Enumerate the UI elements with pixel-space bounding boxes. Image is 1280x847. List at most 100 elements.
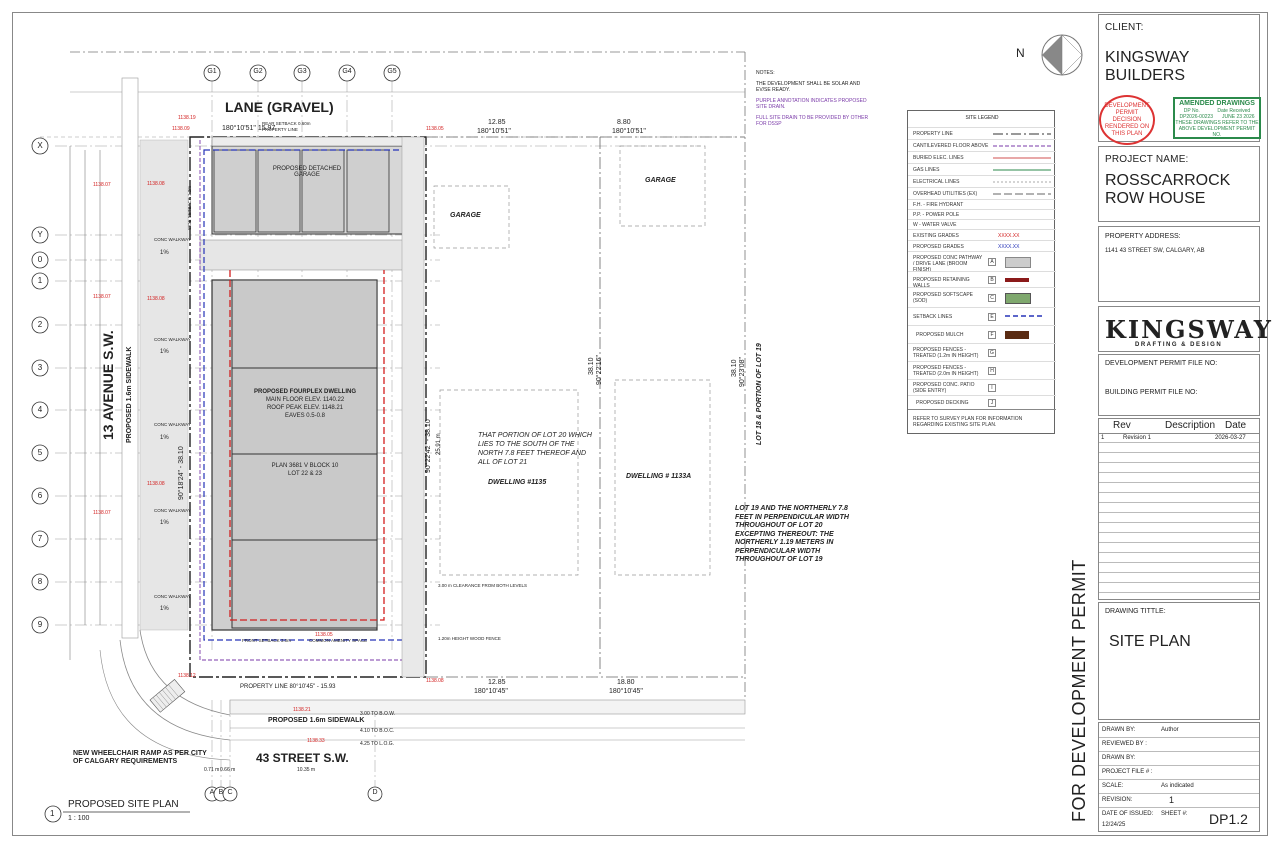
grid-5: 5	[37, 448, 43, 457]
sidewalk-mark-1: 3.00 TO B.O.W.	[360, 711, 396, 717]
grid-g5: G5	[387, 68, 397, 75]
address: 1141 43 STREET SW, CALGARY, AB	[1105, 248, 1205, 254]
grade-tag-12: 1138.05	[315, 632, 333, 638]
grid-g2: G2	[253, 68, 263, 75]
table-row	[1099, 482, 1259, 493]
grade-tag-3: 1138.07	[93, 182, 111, 188]
table-row	[1099, 522, 1259, 533]
legend-row: PROPOSED CONC. PATIO (SIDE ENTRY) I	[908, 379, 1056, 396]
dim-bottom-3: 18.80	[617, 679, 635, 686]
grid-8: 8	[37, 577, 43, 586]
client-box: CLIENT: KINGSWAY BUILDERS DEVELOPMENT PE…	[1098, 14, 1261, 145]
conc-walkway-4: CONC WALKWAY	[154, 508, 191, 513]
revision-label: REVISION:	[1102, 797, 1133, 803]
bottom-dim-1: 0.71 m	[204, 767, 220, 773]
wood-fence-note: 1.20m HEIGHT WOOD FENCE	[438, 636, 501, 641]
conc-walkway-2: CONC WALKWAY	[154, 337, 191, 342]
dim-bottom-3b: 180°10'45"	[609, 688, 643, 695]
legend-row: PROPOSED FENCES - TREATED (2.0m IN HEIGH…	[908, 361, 1056, 380]
slope-4: 1%	[160, 520, 169, 526]
plan-number: PLAN 3681 V BLOCK 10	[271, 463, 339, 469]
rev-header: Rev	[1113, 420, 1131, 431]
table-row	[1099, 452, 1259, 463]
grade-tag-14: 1138.33	[307, 738, 325, 744]
grade-tag-7: 1138.08	[147, 481, 165, 487]
garage-label: PROPOSED DETACHED GARAGE	[272, 166, 342, 178]
drawing-title: SITE PLAN	[1109, 633, 1191, 650]
table-row	[1099, 442, 1259, 453]
address-box: PROPERTY ADDRESS: 1141 43 STREET SW, CAL…	[1098, 226, 1260, 302]
table-row	[1099, 582, 1259, 593]
notes-heading: NOTES:	[756, 70, 775, 76]
slope-1: 1%	[160, 250, 169, 256]
sidewalk-bottom-label: PROPOSED 1.6m SIDEWALK	[268, 717, 365, 724]
dim-top-3: 8.80	[617, 119, 631, 126]
grade-tag-13: 1138.21	[293, 707, 311, 713]
neighbor-garage-label: GARAGE	[450, 212, 481, 219]
table-row	[1099, 512, 1259, 523]
title-block: CLIENT: KINGSWAY BUILDERS DEVELOPMENT PE…	[1098, 14, 1271, 832]
grade-tag-9: 1138.12	[178, 673, 196, 679]
table-row	[1099, 532, 1259, 543]
slope-3: 1%	[160, 435, 169, 441]
grid-0: 0	[37, 255, 43, 264]
logo-subtitle: DRAFTING & DESIGN	[1135, 342, 1223, 348]
conc-walkway-1: CONC WALKWAY	[154, 237, 191, 242]
drawing-title-label: DRAWING TITTLE:	[1105, 608, 1166, 615]
roof-peak-elev: ROOF PEAK ELEV. 1148.21	[266, 405, 344, 411]
grid-4: 4	[37, 405, 43, 414]
sidewalk-mark-2: 4.10 TO B.O.C.	[360, 728, 395, 734]
table-row	[1099, 502, 1259, 513]
bp-file-label: BUILDING PERMIT FILE NO:	[1105, 389, 1198, 396]
street-label: 43 STREET S.W.	[256, 751, 349, 765]
lot19-description: LOT 19 AND THE NORTHERLY 7.8 FEET IN PER…	[735, 505, 849, 563]
dim-left: 90°18'24" - 38.10	[178, 446, 185, 500]
dim-top-2: 12.85	[488, 119, 506, 126]
grid-1: 1	[37, 276, 43, 285]
dim-right-1: 38.10	[588, 357, 595, 375]
legend-row: PROPOSED DECKING J	[908, 395, 1056, 410]
bottom-dim-3: 10.35 m	[297, 767, 316, 773]
side-setback: SIDE SETBACK 1.2m	[187, 185, 192, 230]
drawn-by-label: DRAWN BY:	[1102, 727, 1136, 733]
table-row	[1099, 462, 1259, 473]
client-name: KINGSWAY BUILDERS	[1105, 49, 1190, 84]
table-row: 1 Revision 1 2026-03-27	[1099, 433, 1259, 443]
scale-value: As indicated	[1161, 783, 1194, 789]
scale-label: SCALE:	[1102, 783, 1124, 789]
dwelling-info: PROPOSED FOURPLEX DWELLING MAIN FLOOR EL…	[235, 388, 375, 420]
legend-row: PROPOSED SOFTSCAPE (SOD) C	[908, 287, 1056, 308]
reviewed-by-label: REVIEWED BY :	[1102, 741, 1147, 747]
dim-bottom-1: PROPERTY LINE 80°10'45" - 15.93	[240, 684, 336, 690]
legend-row: PROPOSED FENCES - TREATED (1.2m IN HEIGH…	[908, 343, 1056, 362]
dim-right-1b: 90°22'16"	[596, 355, 603, 385]
grid-2: 2	[37, 320, 43, 329]
rear-setback: REAR SETBACK 0.60m	[262, 121, 311, 126]
dwelling-1135-label: DWELLING #1135	[488, 479, 547, 486]
note-3: FULL SITE DRAIN TO BE PROVIDED BY OTHER …	[756, 114, 869, 128]
main-floor-elev: MAIN FLOOR ELEV. 1140.22	[265, 397, 345, 403]
grid-3: 3	[37, 363, 43, 372]
date-issued: 12/24/25	[1102, 822, 1126, 828]
legend-row: PROPOSED RETAINING WALLS B	[908, 271, 1056, 289]
address-label: PROPERTY ADDRESS:	[1105, 233, 1181, 240]
lot-number: LOT 22 & 23	[288, 471, 322, 477]
front-setback: FRONT SETBACK 3.0m	[242, 638, 291, 643]
development-permit-banner: FOR DEVELOPMENT PERMIT	[1069, 559, 1089, 822]
grade-tag-2: 1138.09	[172, 126, 190, 132]
sheet-number: DP1.2	[1209, 811, 1248, 827]
dim-right-2b: 90°23'08"	[739, 357, 746, 387]
table-row	[1099, 492, 1259, 503]
lane-label: LANE (GRAVEL)	[225, 99, 334, 115]
wheelchair-note: NEW WHEELCHAIR RAMP AS PER CITY OF CALGA…	[73, 750, 207, 765]
grid-c: C	[227, 789, 233, 796]
grid-g4: G4	[342, 68, 352, 75]
grade-tag-4: 1138.08	[147, 181, 165, 187]
dim-bottom-2: 12.85	[488, 679, 506, 686]
dim-top-3b: 180°10'51"	[612, 128, 646, 135]
grid-d: D	[372, 789, 378, 796]
legend-row: PROPOSED MULCH F	[908, 325, 1056, 344]
eaves: EAVES 0.5-0.8	[285, 413, 325, 419]
neighbor-garage2-label: GARAGE	[645, 177, 676, 184]
kingsway-logo: KINGSWAY	[1105, 315, 1273, 344]
